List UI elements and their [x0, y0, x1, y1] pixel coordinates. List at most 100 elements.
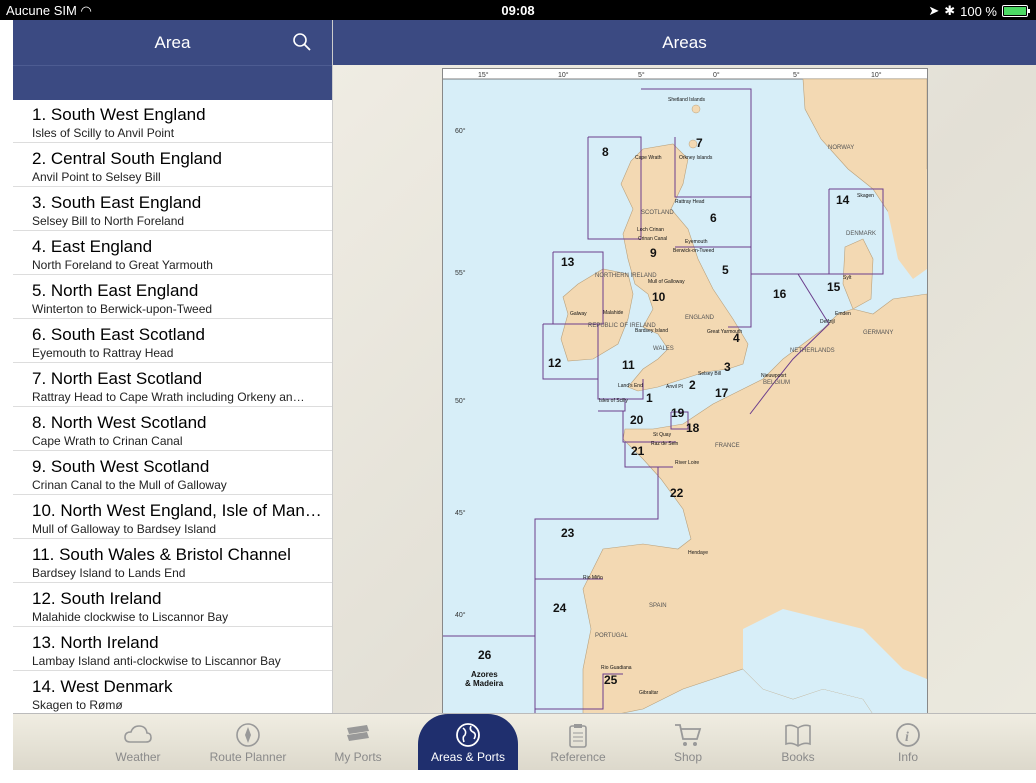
place-label: Land's End — [618, 383, 643, 389]
area-list-item[interactable]: 3. South East England Selsey Bill to Nort… — [13, 187, 332, 231]
area-item-title: 12. South Ireland — [32, 589, 162, 608]
place-label: Gibraltar — [639, 690, 659, 696]
country-label: NETHERLANDS — [790, 348, 835, 354]
area-number-17: 17 — [715, 386, 729, 400]
place-label: Raz de Sein — [651, 441, 678, 447]
tab-reference[interactable]: Reference — [528, 714, 628, 771]
area-number-25: 25 — [604, 673, 618, 687]
area-sidebar: Area 1. South West England Isles of Scill… — [13, 20, 333, 770]
battery-percent: 100 % — [960, 3, 997, 19]
area-number-11: 11 — [622, 358, 635, 372]
area-item-title: 10. North West England, Isle of Man… — [32, 501, 322, 520]
main-header: Areas — [333, 20, 1036, 65]
tab-label: Route Planner — [209, 750, 287, 764]
search-bar-area[interactable] — [13, 65, 332, 100]
tab-label: My Ports — [334, 750, 382, 764]
tab-label: Weather — [115, 750, 161, 764]
country-label: ENGLAND — [685, 315, 715, 321]
area-number-7: 7 — [696, 136, 703, 150]
area-list-item[interactable]: 13. North Ireland Lambay Island anti-cloc… — [13, 627, 332, 671]
area-item-title: 14. West Denmark — [32, 677, 173, 696]
area-item-subtitle: Lambay Island anti-clockwise to Liscanno… — [32, 654, 281, 668]
sidebar-title: Area — [154, 33, 191, 52]
area-list-item[interactable]: 12. South Ireland Malahide clockwise to L… — [13, 583, 332, 627]
bluetooth-icon: ✱ — [944, 3, 956, 18]
latitude-label: 55° — [455, 269, 466, 277]
tab-weather[interactable]: Weather — [88, 714, 188, 771]
area-item-title: 13. North Ireland — [32, 633, 159, 652]
search-icon[interactable] — [292, 32, 312, 57]
latitude-label: 50° — [455, 397, 466, 405]
area-list-item[interactable]: 10. North West England, Isle of Man… Mull… — [13, 495, 332, 539]
country-label: BELGIUM — [763, 380, 790, 386]
area-number-16: 16 — [773, 287, 787, 301]
area-number-9: 9 — [650, 246, 657, 260]
latitude-label: 40° — [455, 611, 466, 619]
place-label: Malahide — [603, 310, 624, 316]
tab-label: Books — [781, 750, 815, 764]
area-item-subtitle: Eyemouth to Rattray Head — [32, 346, 174, 360]
area-number-18: 18 — [686, 421, 700, 435]
tab-label: Reference — [550, 750, 606, 764]
country-label: PORTUGAL — [595, 633, 629, 639]
area-list-item[interactable]: 4. East England North Foreland to Great Y… — [13, 231, 332, 275]
area-list-item[interactable]: 5. North East England Winterton to Berwic… — [13, 275, 332, 319]
area-number-21: 21 — [631, 444, 645, 458]
country-label: GERMANY — [863, 330, 893, 336]
area-number-8: 8 — [602, 145, 609, 159]
area-item-title: 8. North West Scotland — [32, 413, 207, 432]
area-list-item[interactable]: 9. South West Scotland Crinan Canal to th… — [13, 451, 332, 495]
area-list-item[interactable]: 14. West Denmark Skagen to Rømø — [13, 671, 332, 715]
area-item-subtitle: Skagen to Rømø — [32, 698, 123, 712]
latitude-label: 45° — [455, 509, 466, 517]
tab-label: Info — [897, 750, 918, 764]
compass-icon — [198, 722, 298, 748]
area-26-label: & Madeira — [465, 679, 504, 688]
area-number-26: 26 — [478, 648, 492, 662]
area-list-item[interactable]: 2. Central South England Anvil Point to S… — [13, 143, 332, 187]
tab-route-planner[interactable]: Route Planner — [198, 714, 298, 771]
area-item-subtitle: Winterton to Berwick-upon-Tweed — [32, 302, 213, 316]
area-item-title: 7. North East Scotland — [32, 369, 203, 388]
cart-icon — [638, 722, 738, 748]
battery-icon — [1002, 5, 1030, 17]
place-label: Delfzijl — [820, 319, 835, 325]
sidebar-header: Area — [13, 20, 332, 65]
main-panel: Areas 15° 10° 5° 0° 5° 10° 60° 55° 50° 45° 40° — [333, 20, 1036, 770]
area-list-item[interactable]: 1. South West England Isles of Scilly to … — [13, 99, 332, 143]
country-label: DENMARK — [846, 231, 876, 237]
area-list-item[interactable]: 6. South East Scotland Eyemouth to Rattra… — [13, 319, 332, 363]
area-list-item[interactable]: 7. North East Scotland Rattray Head to Ca… — [13, 363, 332, 407]
area-item-title: 4. East England — [32, 237, 153, 256]
place-label: Rattray Head — [675, 199, 705, 205]
latitude-label: 60° — [455, 127, 466, 135]
status-bar: Aucune SIM ◠ 09:08 ➤ ✱ 100 % — [0, 0, 1036, 20]
tab-shop[interactable]: Shop — [638, 714, 738, 771]
tab-bar: Weather Route Planner My Ports Areas & Port… — [13, 713, 1036, 771]
country-label: SPAIN — [649, 603, 667, 609]
place-label: Crinan Canal — [638, 236, 667, 242]
place-label: Isles of Scilly — [599, 398, 628, 404]
area-item-title: 1. South West England — [32, 105, 206, 124]
area-list-item[interactable]: 11. South Wales & Bristol Channel Bardsey… — [13, 539, 332, 583]
longitude-label: 0° — [713, 71, 720, 79]
place-label: Loch Crinan — [637, 227, 664, 233]
area-item-subtitle: Crinan Canal to the Mull of Galloway — [32, 478, 227, 492]
area-number-5: 5 — [722, 263, 729, 277]
tab-my-ports[interactable]: My Ports — [308, 714, 408, 771]
tab-info[interactable]: i Info — [858, 714, 958, 771]
place-label: Galway — [570, 311, 587, 317]
areas-map[interactable]: 15° 10° 5° 0° 5° 10° 60° 55° 50° 45° 40° — [442, 68, 928, 715]
area-item-subtitle: Anvil Point to Selsey Bill — [32, 170, 161, 184]
area-number-6: 6 — [710, 211, 717, 225]
globe-icon — [418, 722, 518, 748]
cloud-icon — [88, 722, 188, 748]
tab-books[interactable]: Books — [748, 714, 848, 771]
clipboard-icon — [528, 722, 628, 748]
tab-areas-ports[interactable]: Areas & Ports — [418, 714, 518, 771]
location-icon: ➤ — [928, 3, 940, 18]
country-label: NORWAY — [828, 145, 854, 151]
area-item-subtitle: Malahide clockwise to Liscannor Bay — [32, 610, 229, 624]
area-number-23: 23 — [561, 526, 575, 540]
area-list-item[interactable]: 8. North West Scotland Cape Wrath to Crin… — [13, 407, 332, 451]
